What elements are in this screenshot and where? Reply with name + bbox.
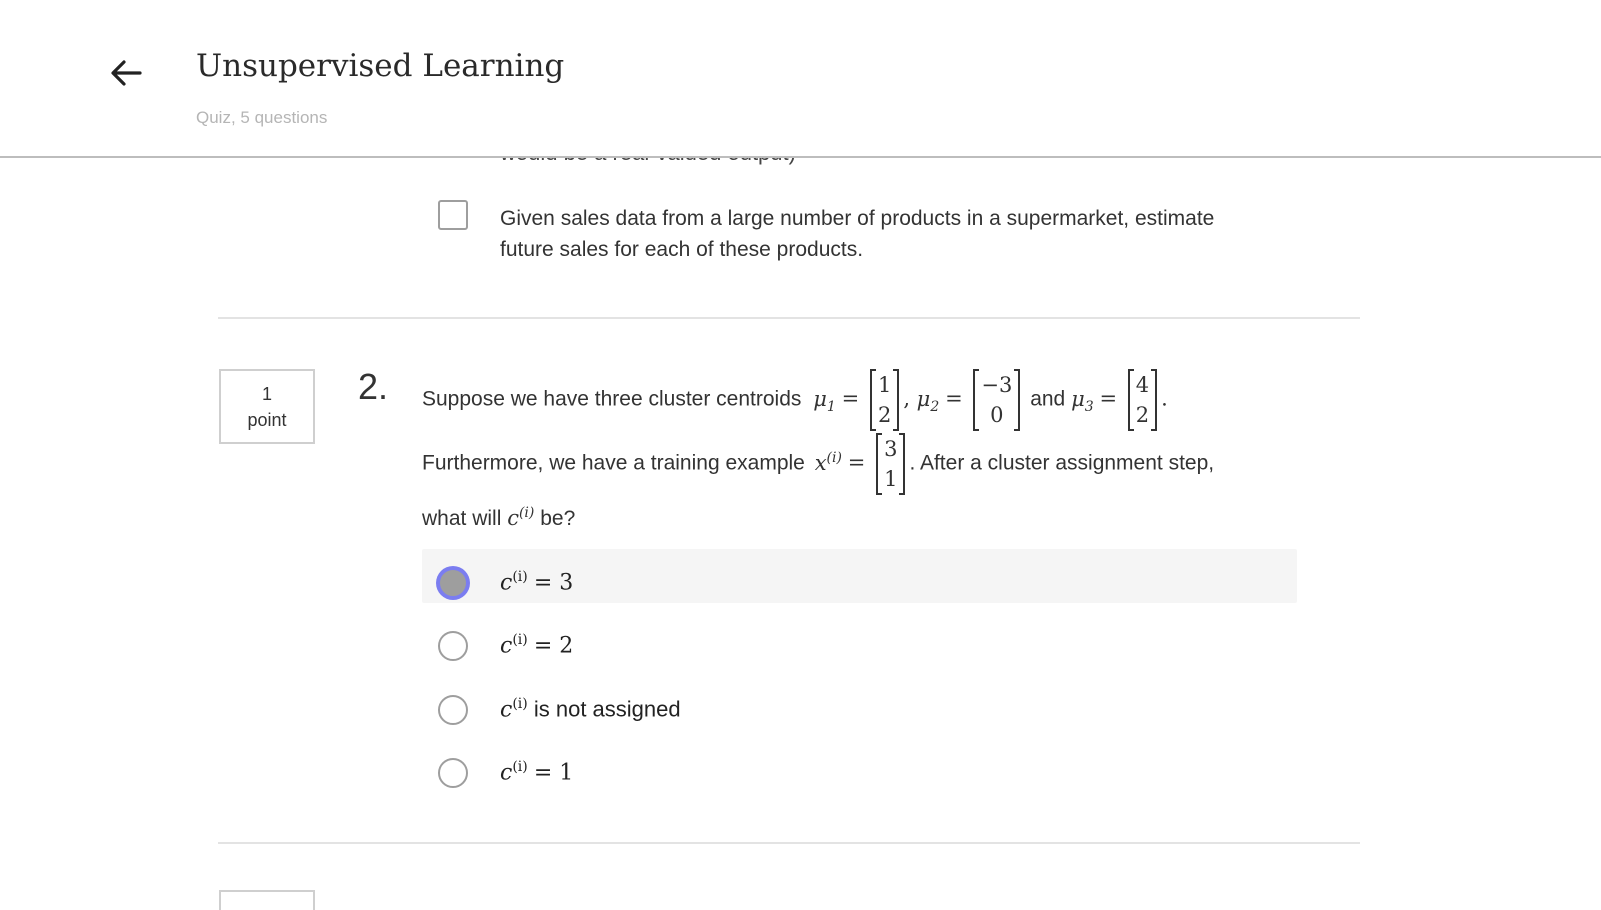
- question-text-5: be?: [540, 507, 576, 530]
- points-label: point: [247, 410, 287, 430]
- question-text-1: Suppose we have three cluster centroids: [422, 387, 802, 411]
- mu1-label: μ1: [813, 386, 836, 415]
- and-text: and: [1030, 387, 1066, 411]
- question-line-1: Suppose we have three cluster centroids …: [422, 369, 1168, 431]
- x-vector: 31: [876, 433, 906, 495]
- mu2-label: μ2: [916, 386, 940, 415]
- option-sales-line1: Given sales data from a large number of …: [500, 207, 1215, 230]
- back-arrow-icon[interactable]: [108, 55, 144, 91]
- points-value: 1: [261, 384, 272, 404]
- option-radio-4[interactable]: [438, 758, 468, 788]
- option-radio-1[interactable]: [438, 568, 468, 598]
- mu3-vector: 42: [1127, 369, 1158, 431]
- question-text-3: . After a cluster assignment step,: [909, 451, 1215, 475]
- question-line-3: what will c(i) be?: [422, 505, 575, 531]
- next-points-box: [219, 890, 315, 910]
- question-divider: [218, 317, 1360, 319]
- question-text-4: what will: [422, 507, 502, 530]
- page-title: Unsupervised Learning: [196, 48, 565, 84]
- question-line-2: Furthermore, we have a training example …: [422, 433, 1215, 495]
- option-sales-line2: future sales for each of these products.: [500, 238, 864, 261]
- quiz-subtitle: Quiz, 5 questions: [196, 108, 328, 127]
- question-divider-2: [218, 842, 1360, 844]
- option-radio-2[interactable]: [438, 631, 468, 661]
- option-checkbox-sales[interactable]: [438, 200, 468, 230]
- option-label-4[interactable]: c(i) = 1: [500, 759, 573, 785]
- mu2-vector: −3 0: [973, 369, 1021, 431]
- points-box: 1 point: [219, 369, 315, 444]
- option-label-3[interactable]: c(i) is not assigned: [500, 696, 681, 722]
- option-radio-3[interactable]: [438, 695, 468, 725]
- question-text-2: Furthermore, we have a training example: [422, 451, 805, 475]
- mu3-label: μ3: [1071, 386, 1094, 415]
- option-label-2[interactable]: c(i) = 2: [500, 632, 573, 658]
- c-label: c(i): [507, 505, 535, 530]
- mu1-vector: 12: [869, 369, 900, 431]
- question-number: 2.: [358, 366, 389, 407]
- option-label-1[interactable]: c(i) = 3: [500, 569, 573, 595]
- x-label: x(i): [814, 449, 842, 475]
- option-sales-text: Given sales data from a large number of …: [500, 203, 1214, 265]
- quiz-header: Unsupervised Learning Quiz, 5 questions: [0, 0, 1601, 158]
